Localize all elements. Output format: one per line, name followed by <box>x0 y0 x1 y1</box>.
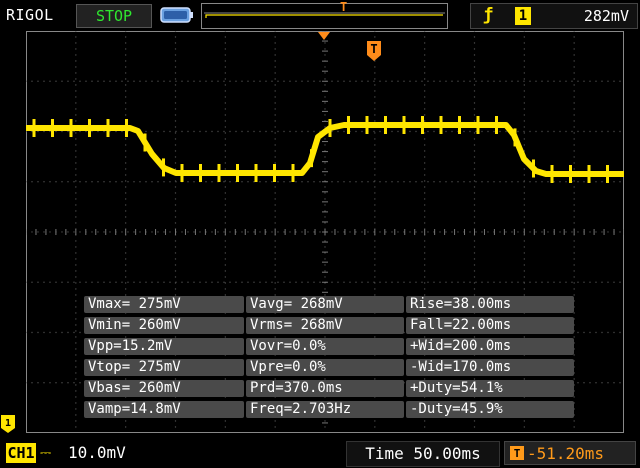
trigger-offset-value: -51.20ms <box>527 444 605 463</box>
bottom-status-bar: CH1 ⎓ 10.0mV Time 50.00ms T -51.20ms <box>0 438 640 468</box>
measurement-cell: Vovr=0.0% <box>246 338 404 355</box>
memory-trigger-marker: T <box>340 0 348 14</box>
trigger-source-badge: 1 <box>515 7 531 25</box>
top-status-bar: RIGOL STOP T ƒ 1 282mV <box>0 0 640 30</box>
ch1-vertical-scale: 10.0mV <box>68 443 126 462</box>
measurement-cell: Rise=38.00ms <box>406 296 574 313</box>
measurement-cell: Vpre=0.0% <box>246 359 404 376</box>
trigger-level-marker-label: T <box>370 42 377 56</box>
trigger-offset-icon: T <box>510 446 524 460</box>
measurement-cell: Vmin= 260mV <box>84 317 244 334</box>
measurement-cell: Vavg= 268mV <box>246 296 404 313</box>
trigger-info-panel[interactable]: ƒ 1 282mV <box>470 3 638 29</box>
rising-edge-icon: ƒ <box>483 5 494 25</box>
horizontal-timebase[interactable]: Time 50.00ms <box>346 441 500 467</box>
trigger-position-marker-icon <box>318 32 330 40</box>
measurement-cell: Fall=22.00ms <box>406 317 574 334</box>
measurement-cell: Vpp=15.2mV <box>84 338 244 355</box>
memory-depth-overview[interactable]: T <box>201 0 448 29</box>
measurement-cell: Freq=2.703Hz <box>246 401 404 418</box>
measurement-table: Vmax= 275mV Vavg= 268mV Rise=38.00ms Vmin= … <box>84 296 574 426</box>
brand-logo: RIGOL <box>6 6 54 24</box>
measurement-cell: Prd=370.0ms <box>246 380 404 397</box>
svg-text:1: 1 <box>5 418 11 429</box>
measurement-cell: +Wid=200.0ms <box>406 338 574 355</box>
measurement-cell: Vtop= 275mV <box>84 359 244 376</box>
measurement-cell: Vrms= 268mV <box>246 317 404 334</box>
run-stop-status[interactable]: STOP <box>76 4 152 28</box>
measurement-cell: -Duty=45.9% <box>406 401 574 418</box>
battery-icon <box>160 7 193 23</box>
measurement-cell: +Duty=54.1% <box>406 380 574 397</box>
dc-coupling-icon: ⎓ <box>40 445 52 461</box>
trigger-level-marker-icon: T <box>367 41 381 61</box>
measurement-cell: Vamp=14.8mV <box>84 401 244 418</box>
trigger-level-value: 282mV <box>583 7 629 25</box>
ch1-position-marker-icon[interactable]: 1 <box>0 415 20 433</box>
measurement-cell: Vbas= 260mV <box>84 380 244 397</box>
ch1-badge[interactable]: CH1 <box>6 443 36 463</box>
measurement-cell: Vmax= 275mV <box>84 296 244 313</box>
trigger-offset-panel[interactable]: T -51.20ms <box>504 441 636 465</box>
measurement-cell: -Wid=170.0ms <box>406 359 574 376</box>
memory-waveform-overview <box>204 12 445 18</box>
svg-text:T: T <box>514 447 521 460</box>
